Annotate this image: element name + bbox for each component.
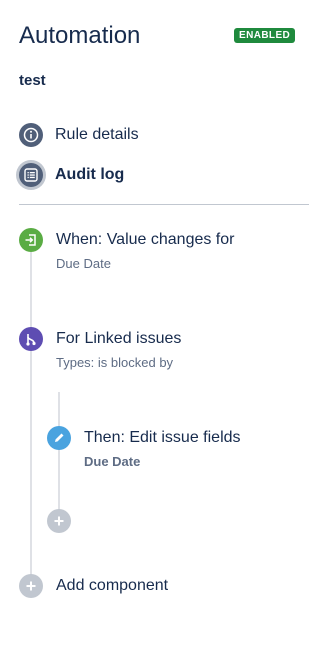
info-icon xyxy=(19,123,43,147)
nav-audit-log[interactable]: Audit log xyxy=(19,163,124,187)
add-component-button[interactable]: Add component xyxy=(19,574,168,598)
branch-icon xyxy=(19,327,43,351)
add-branch-component-button[interactable] xyxy=(47,509,71,533)
rule-name: test xyxy=(19,72,46,89)
trigger-subtitle: Due Date xyxy=(56,256,111,271)
add-component-circle xyxy=(19,574,43,598)
divider xyxy=(19,204,309,205)
action-subtitle: Due Date xyxy=(84,454,141,469)
flow-connector-line xyxy=(30,252,32,586)
add-component-label: Add component xyxy=(56,577,169,594)
branch-step[interactable] xyxy=(19,327,43,351)
plus-icon xyxy=(54,516,64,526)
list-icon xyxy=(19,163,43,187)
branch-subtitle: Types: is blocked by xyxy=(56,355,174,370)
branch-title: For Linked issues xyxy=(56,330,182,347)
branch-connector-line xyxy=(58,392,60,521)
nav-rule-details-label: Rule details xyxy=(55,126,139,143)
trigger-title: When: Value changes for xyxy=(56,231,235,248)
action-step[interactable] xyxy=(47,426,71,450)
plus-icon xyxy=(26,581,36,591)
trigger-step[interactable] xyxy=(19,228,43,252)
page-title: Automation xyxy=(19,22,141,49)
nav-rule-details[interactable]: Rule details xyxy=(19,123,139,147)
nav-audit-log-label: Audit log xyxy=(55,166,125,183)
pencil-icon xyxy=(47,426,71,450)
trigger-icon xyxy=(19,228,43,252)
status-badge: ENABLED xyxy=(234,28,296,43)
action-title: Then: Edit issue fields xyxy=(84,429,241,446)
